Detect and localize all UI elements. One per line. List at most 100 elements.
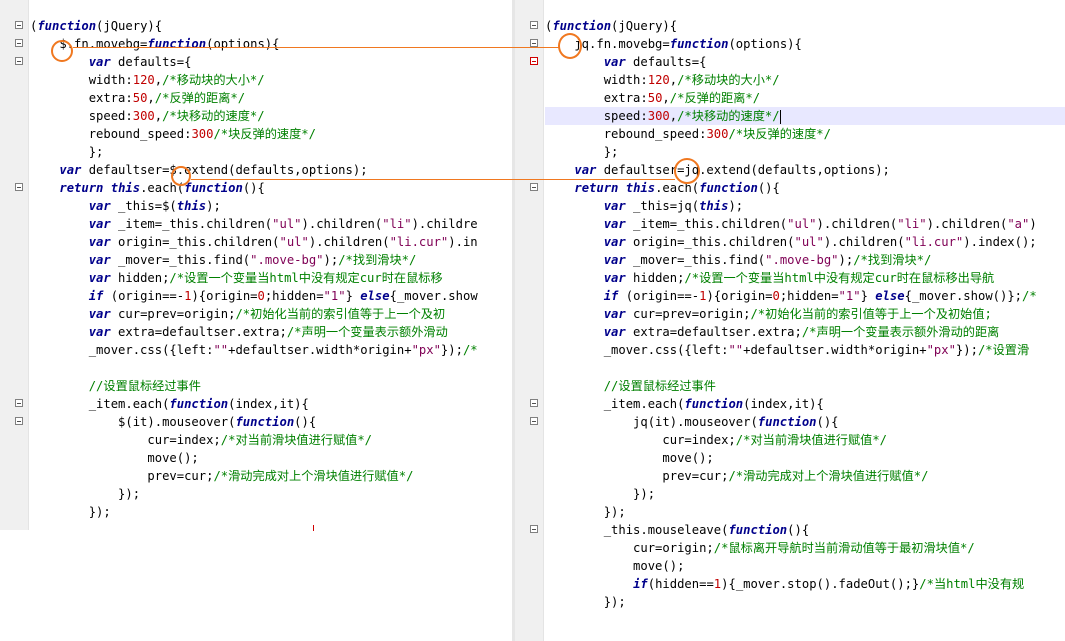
fold-toggle-icon[interactable] <box>15 183 23 191</box>
fold-toggle-icon[interactable] <box>15 399 23 407</box>
fold-toggle-icon[interactable] <box>530 525 538 533</box>
code-text: var hidden;/*设置一个变量当html中没有规定cur时在鼠标移出导航 <box>603 271 995 285</box>
code-line[interactable]: var origin=_this.children("ul").children… <box>545 233 1065 251</box>
code-line[interactable]: var defaultser=jq.extend(defaults,option… <box>545 161 1065 179</box>
code-line[interactable]: prev=cur;/*滑动完成对上个滑块值进行赋值*/ <box>545 467 1065 485</box>
code-text: var _item=_this.children("ul").children(… <box>88 217 478 231</box>
fold-toggle-icon[interactable] <box>15 21 23 29</box>
fold-toggle-icon[interactable] <box>15 417 23 425</box>
code-line[interactable]: var hidden;/*设置一个变量当html中没有规定cur时在鼠标移出导航 <box>545 269 1065 287</box>
code-line[interactable]: }); <box>545 593 1065 611</box>
code-line[interactable]: move(); <box>545 449 1065 467</box>
code-line[interactable]: var _this=$(this); <box>30 197 512 215</box>
code-text: cur=index;/*对当前滑块值进行赋值*/ <box>30 433 373 447</box>
code-line[interactable]: }; <box>545 143 1065 161</box>
code-line[interactable]: }); <box>545 503 1065 521</box>
fold-toggle-icon[interactable] <box>530 21 538 29</box>
code-text: move(); <box>545 559 685 573</box>
code-line[interactable]: if(hidden==1){_mover.stop().fadeOut();}/… <box>545 575 1065 593</box>
left-code-area[interactable]: (function(jQuery){ $.fn.movebg=function(… <box>15 17 512 521</box>
code-line[interactable]: return this.each(function(){ <box>530 179 1065 197</box>
code-text: }; <box>30 145 104 159</box>
code-line[interactable]: var _item=_this.children("ul").children(… <box>30 215 512 233</box>
code-line[interactable]: var defaultser=$.extend(defaults,options… <box>30 161 512 179</box>
code-line[interactable]: extra:50,/*反弹的距离*/ <box>30 89 512 107</box>
code-text: }); <box>545 595 626 609</box>
code-line[interactable]: var _item=_this.children("ul").children(… <box>545 215 1065 233</box>
code-line[interactable]: _mover.css({left:""+defaultser.width*ori… <box>545 341 1065 359</box>
code-text: var hidden;/*设置一个变量当html中没有规定cur时在鼠标移 <box>88 271 443 285</box>
code-line[interactable]: }; <box>30 143 512 161</box>
code-line[interactable]: prev=cur;/*滑动完成对上个滑块值进行赋值*/ <box>30 467 512 485</box>
fold-toggle-icon[interactable] <box>15 39 23 47</box>
code-line[interactable]: var _mover=_this.find(".move-bg");/*找到滑块… <box>30 251 512 269</box>
left-editor-pane[interactable]: (function(jQuery){ $.fn.movebg=function(… <box>0 0 512 530</box>
code-line[interactable]: $(it).mouseover(function(){ <box>15 413 512 431</box>
code-line[interactable]: }); <box>545 485 1065 503</box>
code-line[interactable]: jq(it).mouseover(function(){ <box>530 413 1065 431</box>
code-text: width:120,/*移动块的大小*/ <box>545 73 780 87</box>
code-line[interactable]: jq.fn.movebg=function(options){ <box>530 35 1065 53</box>
code-line[interactable]: _mover.css({left:""+defaultser.width*ori… <box>30 341 512 359</box>
code-text: width:120,/*移动块的大小*/ <box>30 73 265 87</box>
code-line[interactable]: if (origin==-1){origin=0;hidden="1"} els… <box>545 287 1065 305</box>
code-line[interactable]: var _this=jq(this); <box>545 197 1065 215</box>
code-line[interactable]: extra:50,/*反弹的距离*/ <box>545 89 1065 107</box>
code-text: move(); <box>545 451 714 465</box>
code-line[interactable]: var extra=defaultser.extra;/*声明一个变量表示额外滑… <box>30 323 512 341</box>
code-line[interactable]: (function(jQuery){ <box>15 17 512 35</box>
code-line[interactable]: cur=index;/*对当前滑块值进行赋值*/ <box>30 431 512 449</box>
code-line[interactable]: var origin=_this.children("ul").children… <box>30 233 512 251</box>
fold-toggle-icon[interactable] <box>530 183 538 191</box>
code-text: var defaultser=jq.extend(defaults,option… <box>574 163 890 177</box>
code-line[interactable]: rebound_speed:300/*块反弹的速度*/ <box>545 125 1065 143</box>
code-line[interactable]: var hidden;/*设置一个变量当html中没有规定cur时在鼠标移 <box>30 269 512 287</box>
code-line[interactable]: width:120,/*移动块的大小*/ <box>30 71 512 89</box>
code-line[interactable]: //设置鼠标经过事件 <box>30 377 512 395</box>
code-line[interactable]: }); <box>30 503 512 521</box>
fold-toggle-icon[interactable] <box>530 57 538 65</box>
text-cursor <box>779 109 781 124</box>
code-line[interactable] <box>545 359 1065 377</box>
code-line[interactable]: return this.each(function(){ <box>15 179 512 197</box>
code-text: $(it).mouseover(function(){ <box>30 415 317 429</box>
code-line[interactable]: var defaults={ <box>530 53 1065 71</box>
code-line[interactable]: cur=origin;/*鼠标离开导航时当前滑动值等于最初滑块值*/ <box>545 539 1065 557</box>
code-line[interactable]: move(); <box>30 449 512 467</box>
code-line[interactable]: speed:300,/*块移动的速度*/ <box>30 107 512 125</box>
code-line[interactable]: var defaults={ <box>15 53 512 71</box>
code-line[interactable]: }); <box>30 485 512 503</box>
code-line[interactable]: rebound_speed:300/*块反弹的速度*/ <box>30 125 512 143</box>
left-bottom-marker <box>313 525 314 531</box>
fold-toggle-icon[interactable] <box>530 39 538 47</box>
code-line[interactable]: cur=index;/*对当前滑块值进行赋值*/ <box>545 431 1065 449</box>
right-editor-pane[interactable]: (function(jQuery){ jq.fn.movebg=function… <box>515 0 1065 641</box>
code-line[interactable]: var extra=defaultser.extra;/*声明一个变量表示额外滑… <box>545 323 1065 341</box>
code-line[interactable]: move(); <box>545 557 1065 575</box>
code-text: if(hidden==1){_mover.stop().fadeOut();}/… <box>633 577 1025 591</box>
code-line[interactable]: var _mover=_this.find(".move-bg");/*找到滑块… <box>545 251 1065 269</box>
fold-toggle-icon[interactable] <box>530 399 538 407</box>
code-line[interactable]: _item.each(function(index,it){ <box>530 395 1065 413</box>
code-text: var origin=_this.children("ul").children… <box>603 235 1037 249</box>
right-fold-gutter[interactable] <box>515 0 544 641</box>
fold-toggle-icon[interactable] <box>15 57 23 65</box>
code-line[interactable]: speed:300,/*块移动的速度*/ <box>545 107 1065 125</box>
code-line[interactable]: (function(jQuery){ <box>530 17 1065 35</box>
code-line[interactable]: _this.mouseleave(function(){ <box>530 521 1065 539</box>
code-line[interactable]: $.fn.movebg=function(options){ <box>15 35 512 53</box>
code-line[interactable]: _item.each(function(index,it){ <box>15 395 512 413</box>
right-code-area[interactable]: (function(jQuery){ jq.fn.movebg=function… <box>530 17 1065 611</box>
code-line[interactable]: var cur=prev=origin;/*初始化当前的索引值等于上一个及初始值… <box>545 305 1065 323</box>
code-text: //设置鼠标经过事件 <box>603 379 716 393</box>
code-text: var extra=defaultser.extra;/*声明一个变量表示额外滑… <box>88 325 448 339</box>
fold-toggle-icon[interactable] <box>530 417 538 425</box>
left-fold-gutter[interactable] <box>0 0 29 530</box>
code-text: }); <box>545 505 626 519</box>
code-line[interactable]: var cur=prev=origin;/*初始化当前的索引值等于上一个及初 <box>30 305 512 323</box>
code-line[interactable]: if (origin==-1){origin=0;hidden="1"} els… <box>30 287 512 305</box>
code-line[interactable] <box>30 359 512 377</box>
code-text: speed:300,/*块移动的速度*/ <box>30 109 265 123</box>
code-line[interactable]: //设置鼠标经过事件 <box>545 377 1065 395</box>
code-line[interactable]: width:120,/*移动块的大小*/ <box>545 71 1065 89</box>
